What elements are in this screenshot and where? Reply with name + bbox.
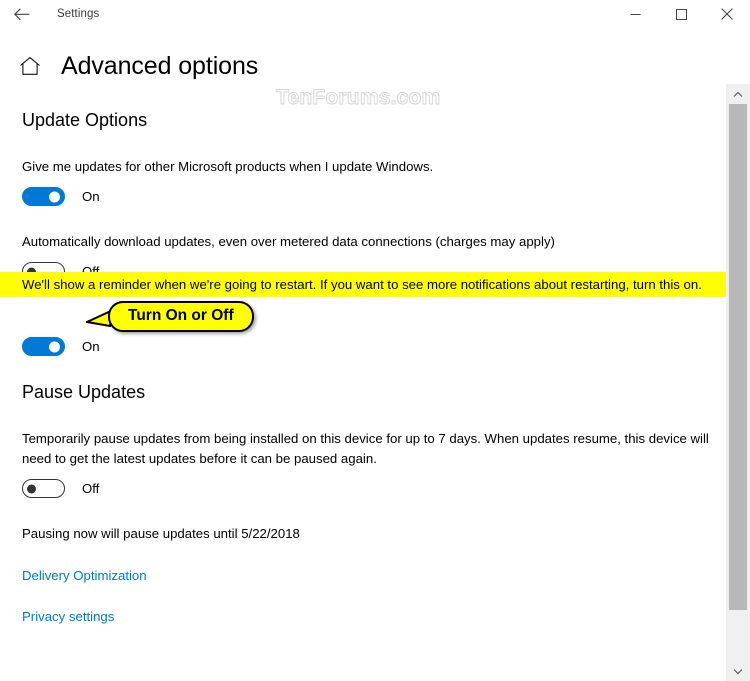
- setting3-toggle[interactable]: [22, 337, 65, 356]
- vertical-scrollbar[interactable]: [726, 84, 750, 681]
- close-button[interactable]: [704, 0, 750, 28]
- scrollbar-thumb[interactable]: [729, 104, 747, 610]
- pause-updates-toggle-state: Off: [82, 481, 100, 496]
- page-title: Advanced options: [61, 51, 259, 80]
- toggle-knob: [49, 191, 60, 202]
- setting3-description: We'll show a reminder when we're going t…: [22, 277, 702, 292]
- arrow-left-icon: [14, 7, 30, 21]
- settings-content: Update Options Give me updates for other…: [0, 84, 726, 681]
- toggle-knob: [27, 484, 36, 493]
- setting1-toggle-row[interactable]: On: [22, 187, 726, 206]
- setting3-toggle-state: On: [82, 339, 100, 354]
- toggle-knob: [49, 341, 60, 352]
- close-icon: [721, 8, 733, 20]
- update-options-heading: Update Options: [22, 110, 148, 130]
- window-controls: [612, 0, 750, 28]
- minimize-icon: [630, 9, 641, 20]
- privacy-settings-link[interactable]: Privacy settings: [22, 609, 114, 624]
- callout-turn-on-or-off: Turn On or Off: [86, 301, 254, 332]
- app-title: Settings: [57, 8, 100, 20]
- pause-updates-description: Temporarily pause updates from being ins…: [22, 431, 709, 466]
- chevron-down-icon: [733, 662, 743, 680]
- callout-bubble: Turn On or Off: [108, 301, 254, 332]
- setting2-description: Automatically download updates, even ove…: [22, 234, 555, 249]
- maximize-button[interactable]: [658, 0, 704, 28]
- scroll-down-button[interactable]: [726, 661, 750, 681]
- pause-updates-heading: Pause Updates: [22, 382, 146, 402]
- title-bar: Settings: [0, 0, 750, 28]
- setting1-toggle-state: On: [82, 189, 100, 204]
- chevron-up-icon: [733, 85, 743, 103]
- setting1-toggle[interactable]: [22, 187, 65, 206]
- setting1-description: Give me updates for other Microsoft prod…: [22, 159, 434, 174]
- callout-text: Turn On or Off: [128, 307, 234, 324]
- home-icon[interactable]: [18, 54, 42, 78]
- pause-updates-toggle[interactable]: [22, 479, 65, 498]
- pause-updates-toggle-row[interactable]: Off: [22, 479, 726, 498]
- scrollbar-track[interactable]: [726, 104, 750, 661]
- back-button[interactable]: [0, 0, 44, 28]
- minimize-button[interactable]: [612, 0, 658, 28]
- scroll-up-button[interactable]: [726, 84, 750, 104]
- setting3-toggle-row[interactable]: On: [22, 337, 726, 356]
- page-header: Advanced options: [0, 48, 750, 84]
- maximize-icon: [675, 8, 687, 20]
- delivery-optimization-link[interactable]: Delivery Optimization: [22, 568, 147, 583]
- pause-until-info: Pausing now will pause updates until 5/2…: [22, 526, 300, 541]
